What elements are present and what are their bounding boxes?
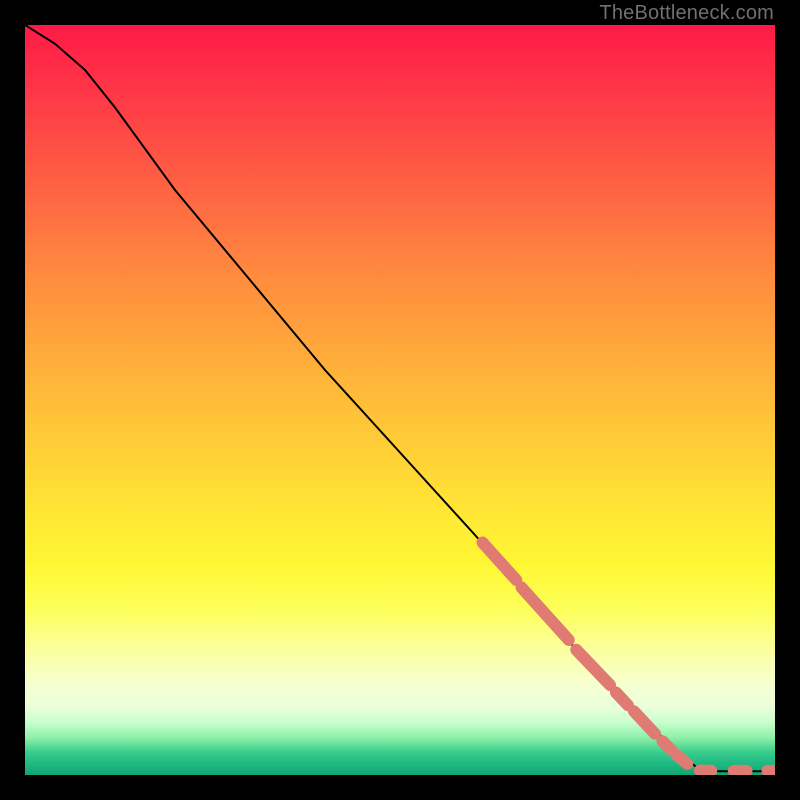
plot-area xyxy=(25,25,775,775)
curve-layer xyxy=(25,25,775,775)
marker-dashes xyxy=(483,543,688,764)
main-curve xyxy=(25,25,775,771)
attribution-label: TheBottleneck.com xyxy=(599,2,774,25)
chart-stage: TheBottleneck.com xyxy=(0,0,800,800)
